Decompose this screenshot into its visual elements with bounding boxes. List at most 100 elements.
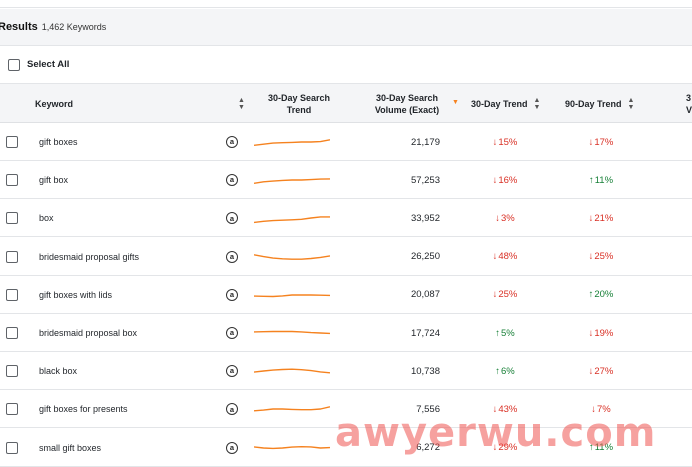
amazon-logo-icon[interactable]: a	[226, 365, 238, 378]
table-row[interactable]: gift box a 57,253 ↓ 16% ↑ 11%	[0, 161, 692, 200]
sparkline-path	[254, 139, 330, 146]
trend-90-day: ↓ 21%	[565, 199, 637, 237]
search-volume-value: 21,179	[410, 136, 440, 148]
row-checkbox[interactable]	[6, 365, 18, 378]
search-trend-sparkline	[254, 178, 330, 185]
amazon-logo-icon[interactable]: a	[226, 174, 238, 187]
keyword-text[interactable]: gift box	[39, 161, 68, 199]
keyword-text[interactable]: bridesmaid proposal box	[39, 314, 137, 352]
trend-30-day-value: 43%	[498, 403, 518, 415]
row-checkbox[interactable]	[6, 403, 18, 416]
column-header-keyword[interactable]: Keyword ▲ ▼	[35, 84, 245, 123]
row-checkbox[interactable]	[6, 288, 18, 301]
trend-90-day-value: 11%	[594, 174, 614, 186]
amazon-logo-icon[interactable]: a	[226, 441, 238, 454]
amazon-logo-icon[interactable]: a	[226, 212, 238, 225]
column-header-30-day-trend[interactable]: 30-Day Trend ▲ ▼	[471, 84, 551, 123]
column-header-keyword-label: Keyword	[35, 98, 74, 109]
sort-updown-icon[interactable]: ▲ ▼	[238, 97, 245, 111]
arrow-down-icon: ↓	[588, 251, 594, 263]
column-header-90-day-trend[interactable]: 90-Day Trend ▲ ▼	[565, 84, 647, 123]
trend-90-day-value: 17%	[594, 136, 614, 148]
trend-90-day-value: 19%	[594, 327, 614, 339]
trend-30-day-value: 6%	[501, 365, 515, 377]
column-header-search-volume[interactable]: 30-Day Search Volume (Exact)	[366, 84, 448, 123]
arrow-down-icon: ↓	[492, 251, 498, 263]
select-all-bar: Select All	[0, 46, 692, 84]
column-header-search-trend[interactable]: 30-Day Search Trend	[258, 84, 340, 123]
trend-90-day: ↑ 11%	[565, 161, 637, 199]
table-row[interactable]: gift boxes for presents a 7,556 ↓ 43% ↓ 7%	[0, 390, 692, 429]
keyword-text[interactable]: gift boxes	[39, 123, 78, 161]
table-row[interactable]: box a 33,952 ↓ 3% ↓ 21%	[0, 199, 692, 238]
select-all-label[interactable]: Select All	[27, 59, 69, 70]
search-volume-value: 20,087	[410, 289, 440, 301]
row-checkbox[interactable]	[6, 136, 18, 148]
trend-90-day: ↓ 17%	[565, 123, 637, 161]
amazon-logo-icon[interactable]: a	[226, 288, 238, 301]
arrow-down-icon: ↓	[591, 403, 596, 415]
amazon-logo-icon[interactable]: a	[226, 403, 238, 416]
arrow-down-icon: ↓	[492, 442, 498, 454]
sort-desc-icon[interactable]: ▼	[452, 99, 459, 106]
arrow-down-icon: ↓	[588, 365, 594, 377]
search-trend-sparkline	[254, 139, 330, 146]
sparkline-path	[254, 406, 330, 412]
amazon-logo-icon[interactable]: a	[226, 250, 238, 263]
results-bar: Results 1,462 Keywords	[0, 9, 692, 46]
trend-30-day: ↓ 29%	[470, 429, 540, 467]
arrow-up-icon: ↑	[495, 327, 500, 339]
amazon-logo-icon[interactable]: a	[226, 327, 238, 339]
arrow-up-icon: ↑	[588, 174, 594, 186]
trend-30-day: ↓ 15%	[470, 123, 540, 161]
column-header-search-trend-line2: Trend	[286, 104, 312, 115]
table-row[interactable]: bridesmaid proposal box a 17,724 ↑ 5% ↓ 19%	[0, 314, 692, 352]
table-row[interactable]: bridesmaid proposal gifts a 26,250 ↓ 48% ↓ 25%	[0, 237, 692, 276]
search-trend-sparkline	[254, 406, 330, 412]
trend-90-day: ↑ 11%	[565, 429, 637, 467]
search-volume-value: 6,272	[416, 442, 440, 454]
table-row[interactable]: gift boxes a 21,179 ↓ 15% ↓ 17%	[0, 123, 692, 161]
search-volume-value: 7,556	[416, 403, 440, 415]
keyword-text[interactable]: small gift boxes	[39, 429, 101, 467]
row-checkbox[interactable]	[6, 174, 18, 187]
column-header-search-trend-line1: 30-Day Search	[267, 92, 331, 103]
trend-30-day-value: 48%	[498, 251, 518, 263]
column-header-cut-off-line2: V	[686, 104, 692, 115]
column-header-cut-off[interactable]: 3 V	[686, 84, 692, 123]
sparkline-path	[254, 445, 330, 449]
trend-30-day-value: 25%	[498, 289, 518, 301]
trend-30-day: ↓ 25%	[470, 276, 540, 314]
row-checkbox[interactable]	[6, 212, 18, 225]
select-all-checkbox[interactable]	[8, 58, 20, 71]
column-header-search-volume-line2: Volume (Exact)	[374, 104, 440, 115]
row-checkbox[interactable]	[6, 250, 18, 263]
arrow-down-icon: ↓	[492, 136, 498, 148]
row-checkbox[interactable]	[6, 441, 18, 454]
keyword-text[interactable]: gift boxes with lids	[39, 276, 112, 314]
column-header-90-day-trend-label: 90-Day Trend	[565, 98, 622, 109]
arrow-down-icon: ↓	[588, 327, 594, 339]
column-header-cut-off-line1: 3	[686, 92, 692, 103]
table-row[interactable]: small gift boxes a 6,272 ↓ 29% ↑ 11%	[0, 428, 692, 467]
sort-updown-icon[interactable]: ▲ ▼	[534, 97, 541, 111]
trend-90-day: ↑ 20%	[565, 276, 637, 314]
search-volume-value: 17,724	[410, 327, 440, 339]
keyword-text[interactable]: box	[39, 199, 54, 237]
sparkline-path	[254, 253, 330, 260]
keyword-text[interactable]: bridesmaid proposal gifts	[39, 238, 139, 276]
trend-90-day: ↓ 7%	[565, 390, 637, 428]
trend-90-day-value: 7%	[597, 403, 611, 415]
amazon-logo-icon[interactable]: a	[226, 136, 238, 148]
keyword-text[interactable]: black box	[39, 352, 77, 390]
sort-updown-icon[interactable]: ▲ ▼	[628, 97, 635, 111]
table-row[interactable]: gift boxes with lids a 20,087 ↓ 25% ↑ 20%	[0, 275, 692, 314]
trend-90-day-value: 27%	[594, 365, 614, 377]
keyword-text[interactable]: gift boxes for presents	[39, 390, 128, 428]
search-volume-value: 33,952	[410, 212, 440, 224]
table-row[interactable]: black box a 10,738 ↑ 6% ↓ 27%	[0, 352, 692, 391]
trend-90-day-value: 20%	[594, 289, 614, 301]
trend-90-day: ↓ 25%	[565, 238, 637, 276]
row-checkbox[interactable]	[6, 327, 18, 339]
search-trend-sparkline	[254, 253, 330, 260]
